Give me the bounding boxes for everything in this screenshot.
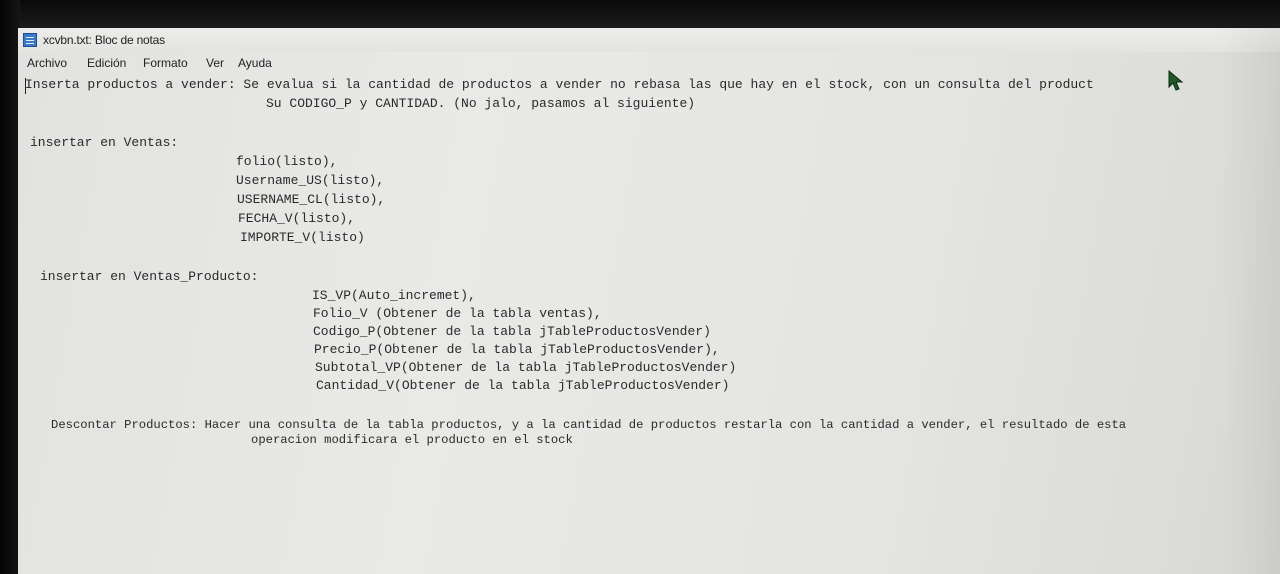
editor-line: insertar en Ventas: (30, 135, 179, 150)
notepad-icon[interactable] (23, 33, 37, 47)
editor-line: insertar en Ventas_Producto: (40, 269, 259, 284)
editor-line: folio(listo), (236, 154, 338, 169)
editor-line: Folio_V (Obtener de la tabla ventas), (313, 306, 602, 321)
editor-line: operacion modificara el producto en el s… (251, 433, 573, 447)
monitor-bezel-left (0, 0, 20, 574)
mouse-pointer-icon (1168, 70, 1184, 91)
text-caret (25, 78, 26, 94)
monitor-bezel-top (0, 0, 1280, 30)
editor-line: Username_US(listo), (236, 173, 385, 188)
menu-edicion[interactable]: Edición (87, 56, 126, 70)
notepad-window: xcvbn.txt: Bloc de notas Archivo Edición… (18, 28, 1280, 574)
editor-line: Subtotal_VP(Obtener de la tabla jTablePr… (315, 360, 737, 375)
window-title: xcvbn.txt: Bloc de notas (43, 33, 165, 47)
menu-archivo[interactable]: Archivo (27, 56, 67, 70)
editor-line: IS_VP(Auto_incremet), (312, 288, 476, 303)
title-bar[interactable]: xcvbn.txt: Bloc de notas (18, 28, 1280, 52)
editor-line: Descontar Productos: Hacer una consulta … (51, 418, 1127, 432)
editor-line: Su CODIGO_P y CANTIDAD. (No jalo, pasamo… (266, 96, 696, 111)
text-editor-area[interactable]: Inserta productos a vender: Se evalua si… (18, 75, 1280, 574)
menu-ayuda[interactable]: Ayuda (238, 56, 272, 70)
editor-line: USERNAME_CL(listo), (237, 192, 386, 207)
editor-line: Codigo_P(Obtener de la tabla jTableProdu… (313, 324, 711, 339)
menu-ver[interactable]: Ver (206, 56, 224, 70)
editor-line: Inserta productos a vender: Se evalua si… (25, 77, 1094, 92)
editor-line: IMPORTE_V(listo) (240, 230, 365, 245)
editor-line: FECHA_V(listo), (238, 211, 356, 226)
menu-formato[interactable]: Formato (143, 56, 188, 70)
editor-line: Precio_P(Obtener de la tabla jTableProdu… (314, 342, 720, 357)
editor-line: Cantidad_V(Obtener de la tabla jTablePro… (316, 378, 730, 393)
menu-bar: Archivo Edición Formato Ver Ayuda (18, 54, 1280, 74)
